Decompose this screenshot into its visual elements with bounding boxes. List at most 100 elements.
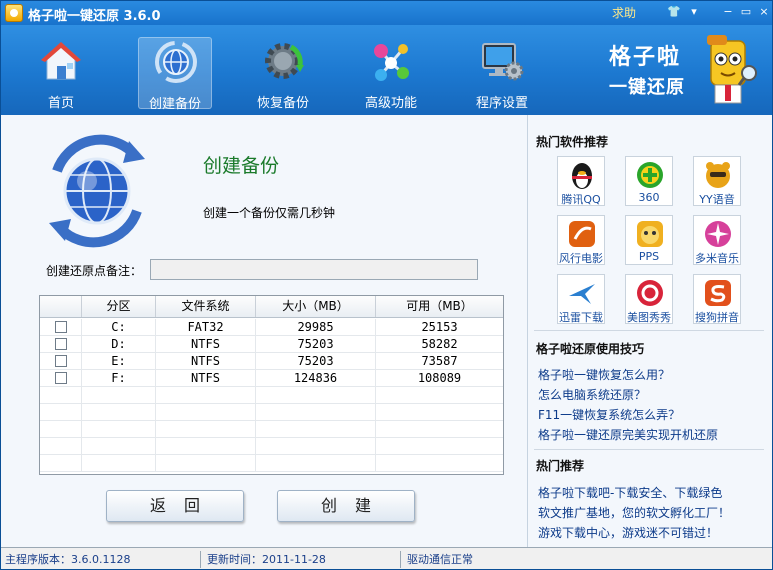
table-row[interactable]: E: NTFS 75203 73587 xyxy=(40,353,503,370)
row-checkbox[interactable] xyxy=(54,355,67,367)
nav-advanced-features-label: 高级功能 xyxy=(364,96,417,111)
app-pps[interactable]: PPS xyxy=(625,215,673,265)
hot-recommend-title: 热门推荐 xyxy=(536,459,585,473)
cell-free: 58282 xyxy=(421,337,458,351)
nav-program-settings[interactable]: 程序设置 xyxy=(465,37,539,111)
create-button[interactable]: 创建 xyxy=(277,490,415,522)
status-version: 主程序版本：3.6.0.1128 xyxy=(1,551,201,568)
header-filesystem[interactable]: 文件系统 xyxy=(156,296,256,317)
divider xyxy=(534,330,764,331)
brand-line-1: 格子啦 xyxy=(609,45,682,70)
app-duomi[interactable]: 多米音乐 xyxy=(693,215,741,265)
cell-partition: C: xyxy=(82,319,156,335)
app-thunder-label: 迅雷下载 xyxy=(559,311,603,324)
app-thunder[interactable]: 迅雷下载 xyxy=(557,274,605,324)
header-checkbox-col xyxy=(40,296,82,317)
funshion-icon xyxy=(569,221,595,247)
nav-home[interactable]: 首页 xyxy=(24,37,98,111)
skin-icon[interactable]: 👕 xyxy=(666,5,682,19)
nav-restore-backup[interactable]: 恢复备份 xyxy=(246,37,320,111)
app-duomi-label: 多米音乐 xyxy=(695,252,739,265)
page-title: 创建备份 xyxy=(203,155,280,177)
app-yy-label: YY语音 xyxy=(699,193,735,206)
app-meitu-label: 美图秀秀 xyxy=(627,311,671,324)
app-logo-icon xyxy=(5,4,23,22)
row-checkbox[interactable] xyxy=(54,338,67,350)
table-row[interactable]: C: FAT32 29985 25153 xyxy=(40,319,503,336)
gear-restore-icon xyxy=(265,43,304,79)
table-row[interactable]: F: NTFS 124836 108089 xyxy=(40,370,503,387)
app-window: 格子啦一键还原 3.6.0 求助 👕 ▾ − ▭ × 首页 创建备份 恢复备份 … xyxy=(0,0,773,570)
create-backup-panel: 创建备份 创建一个备份仅需几秒钟 创建还原点备注： 分区 文件系统 大小（MB）… xyxy=(1,115,527,547)
mascot-icon xyxy=(707,35,757,104)
app-funshion-label: 风行电影 xyxy=(559,252,603,265)
brand-logo: 格子啦 一键还原 xyxy=(609,39,685,99)
app-yy[interactable]: YY语音 xyxy=(693,156,741,206)
globe-backup-icon xyxy=(49,134,145,248)
cell-size: 29985 xyxy=(256,319,376,335)
status-driver: 驱动通信正常 xyxy=(407,553,473,566)
empty-row xyxy=(40,438,503,455)
yy-bear-icon xyxy=(706,162,730,188)
cell-free: 108089 xyxy=(417,371,462,385)
note-label: 创建还原点备注： xyxy=(46,264,143,278)
empty-row xyxy=(40,387,503,404)
header-size[interactable]: 大小（MB） xyxy=(256,296,376,317)
molecule-icon xyxy=(374,44,409,81)
thunder-bird-icon xyxy=(569,284,595,304)
empty-row xyxy=(40,455,503,472)
app-funshion[interactable]: 风行电影 xyxy=(557,215,605,265)
cell-free: 25153 xyxy=(421,320,458,334)
recommend-link[interactable]: 游戏下载中心，游戏迷不可错过！ xyxy=(538,524,718,541)
table-row[interactable]: D: NTFS 75203 58282 xyxy=(40,336,503,353)
back-button[interactable]: 返回 xyxy=(106,490,244,522)
restore-point-note-input[interactable] xyxy=(150,259,478,280)
close-button[interactable]: × xyxy=(756,5,772,19)
cell-partition: E: xyxy=(82,353,156,369)
cell-size: 124836 xyxy=(256,370,376,386)
header-partition[interactable]: 分区 xyxy=(82,296,156,317)
nav-create-backup[interactable]: 创建备份 xyxy=(138,37,212,112)
main-toolbar: 首页 创建备份 恢复备份 高级功能 程序设置 格子啦 一键还原 xyxy=(1,25,772,115)
tip-link[interactable]: 怎么电脑系统还原？ xyxy=(538,386,646,403)
minimize-button[interactable]: − xyxy=(720,5,736,19)
menu-dropdown-icon[interactable]: ▾ xyxy=(686,5,702,19)
house-icon xyxy=(41,42,81,80)
cell-free: 73587 xyxy=(421,354,458,368)
maximize-button[interactable]: ▭ xyxy=(738,5,754,19)
cell-filesystem: NTFS xyxy=(156,370,256,386)
qq-penguin-icon xyxy=(572,163,592,189)
app-360[interactable]: 360 xyxy=(625,156,673,206)
tip-link[interactable]: 格子啦一键恢复怎么用？ xyxy=(538,366,670,383)
window-title: 格子啦一键还原 3.6.0 xyxy=(28,9,161,24)
row-checkbox[interactable] xyxy=(54,372,67,384)
hot-software-title: 热门软件推荐 xyxy=(536,135,609,149)
header-free[interactable]: 可用（MB） xyxy=(376,296,503,317)
status-bar: 主程序版本：3.6.0.1128 更新时间：2011-11-28 驱动通信正常 xyxy=(1,547,772,569)
app-360-label: 360 xyxy=(638,191,660,204)
recommend-link[interactable]: 格子啦下载吧-下载安全、下载绿色 xyxy=(538,484,722,501)
side-panel: 热门软件推荐 腾讯QQ 360 YY语音 风行电影 PPS 多米音乐 迅雷下载 xyxy=(527,115,772,547)
nav-program-settings-label: 程序设置 xyxy=(475,96,528,111)
nav-advanced-features[interactable]: 高级功能 xyxy=(354,37,428,111)
cell-size: 75203 xyxy=(256,336,376,352)
app-qq-label: 腾讯QQ xyxy=(561,193,601,206)
duomi-music-icon xyxy=(705,221,731,247)
cell-partition: D: xyxy=(82,336,156,352)
row-checkbox[interactable] xyxy=(54,321,67,333)
tip-link[interactable]: 格子啦一键还原完美实现开机还原 xyxy=(538,426,718,443)
app-sogou[interactable]: 搜狗拼音 xyxy=(693,274,741,324)
cell-filesystem: NTFS xyxy=(156,353,256,369)
meitu-icon xyxy=(637,280,663,306)
app-meitu[interactable]: 美图秀秀 xyxy=(625,274,673,324)
help-link[interactable]: 求助 xyxy=(612,4,636,21)
globe-backup-icon xyxy=(155,41,197,83)
tip-link[interactable]: F11一键恢复系统怎么弄？ xyxy=(538,406,680,423)
app-qq[interactable]: 腾讯QQ xyxy=(557,156,605,206)
cell-filesystem: FAT32 xyxy=(156,319,256,335)
monitor-gear-icon xyxy=(482,43,524,81)
recommend-link[interactable]: 软文推广基地，您的软文孵化工厂！ xyxy=(538,504,730,521)
status-updated: 更新时间：2011-11-28 xyxy=(203,551,401,568)
nav-restore-backup-label: 恢复备份 xyxy=(256,96,309,111)
tips-title: 格子啦还原使用技巧 xyxy=(536,342,645,356)
